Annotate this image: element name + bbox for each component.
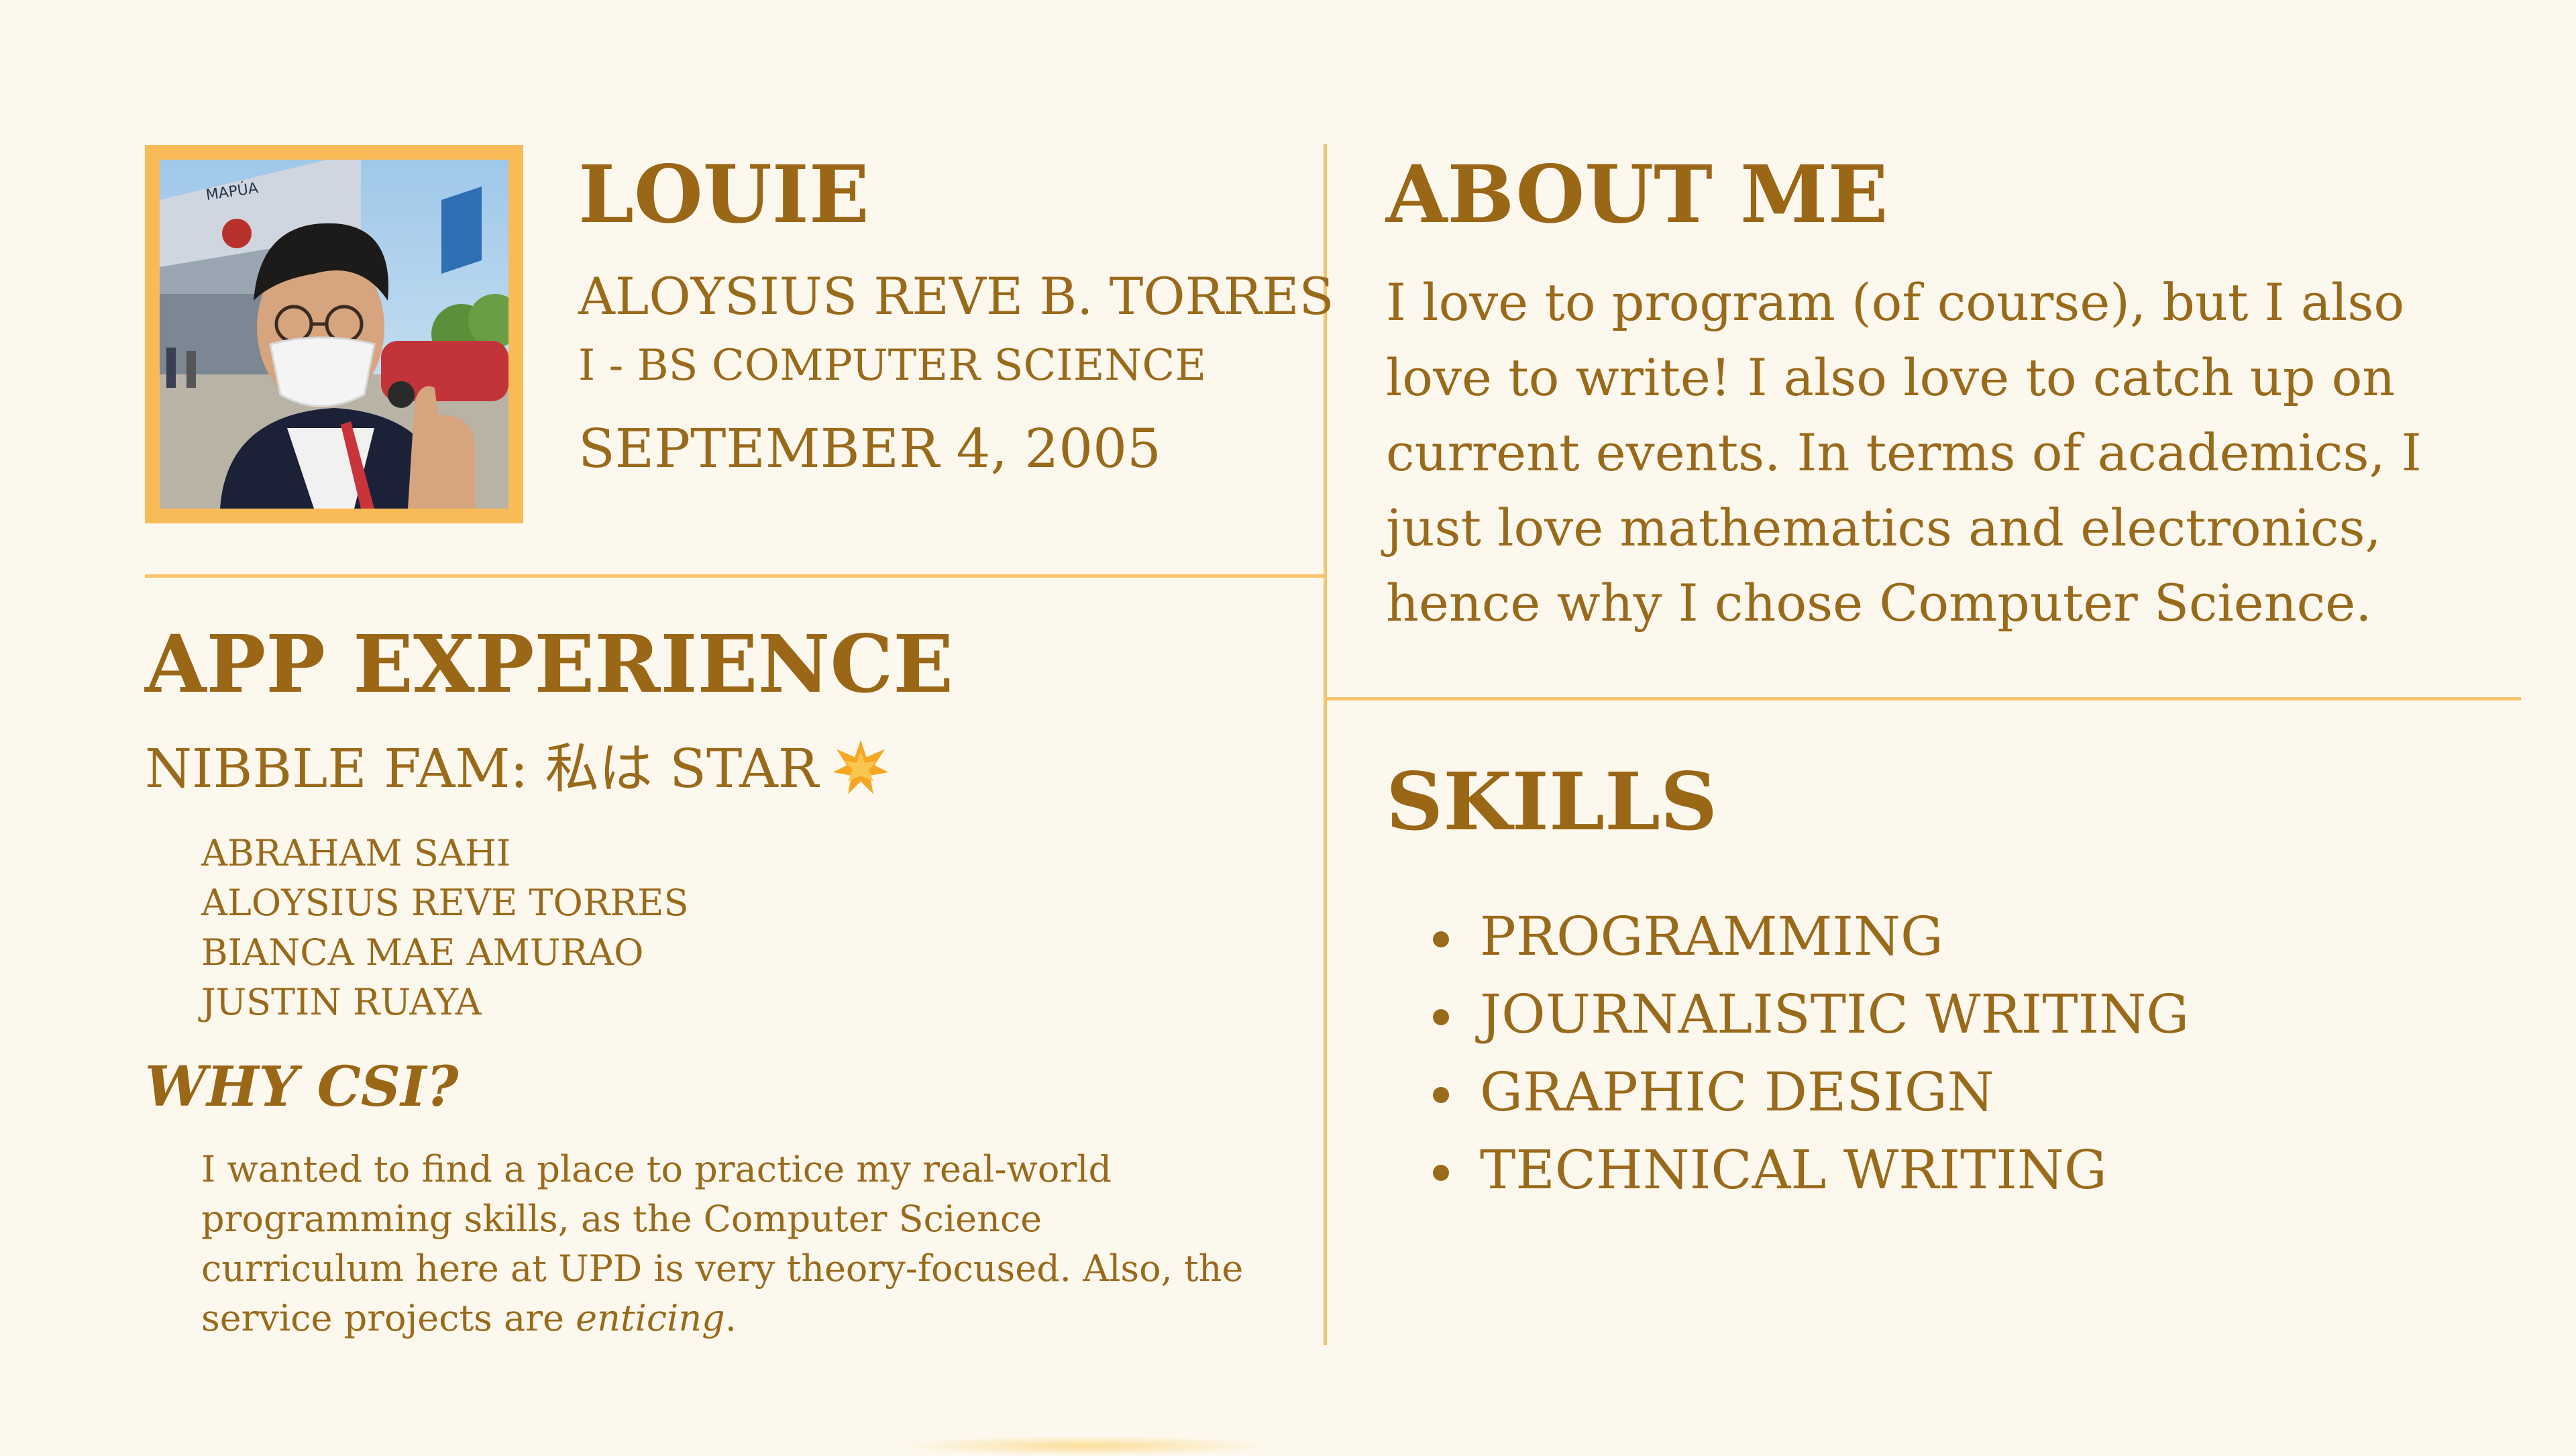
nickname: LOUIE <box>578 148 869 241</box>
bullet-icon <box>1433 1009 1449 1025</box>
about-text: I love to program (of course), but I als… <box>1386 272 2422 633</box>
skill-item: GRAPHIC DESIGN <box>1433 1053 2189 1131</box>
skill-label: GRAPHIC DESIGN <box>1480 1061 1994 1123</box>
skill-label: TECHNICAL WRITING <box>1480 1139 2107 1201</box>
skill-item: TECHNICAL WRITING <box>1433 1131 2189 1209</box>
skills-heading: SKILLS <box>1386 755 1718 848</box>
project-title: NIBBLE FAM: 私は STAR <box>145 738 890 800</box>
profile-photo: MAPÚA <box>160 160 508 509</box>
app-experience-heading: APP EXPERIENCE <box>145 617 954 711</box>
bullet-icon <box>1433 1087 1449 1103</box>
skill-item: PROGRAMMING <box>1433 898 2189 976</box>
right-horizontal-divider <box>1327 697 2521 700</box>
team-members-list: ABRAHAM SAHI ALOYSIUS REVE TORRES BIANCA… <box>201 829 688 1027</box>
profile-photo-frame: MAPÚA <box>145 145 523 523</box>
team-member: JUSTIN RUAYA <box>201 981 482 1023</box>
left-horizontal-divider <box>145 574 1326 578</box>
team-member: ALOYSIUS REVE TORRES <box>201 882 689 924</box>
skills-list: PROGRAMMING JOURNALISTIC WRITING GRAPHIC… <box>1433 898 2189 1209</box>
star-icon <box>832 739 890 796</box>
bullet-icon <box>1433 1165 1449 1181</box>
about-heading: ABOUT ME <box>1386 148 1888 241</box>
team-member: ABRAHAM SAHI <box>201 832 511 874</box>
team-member: BIANCA MAE AMURAO <box>201 931 644 974</box>
skill-item: JOURNALISTIC WRITING <box>1433 976 2189 1053</box>
why-csi-end: . <box>724 1297 737 1339</box>
bullet-icon <box>1433 931 1449 947</box>
full-name: ALOYSIUS REVE B. TORRES <box>578 266 1334 326</box>
why-csi-emphasis: enticing <box>576 1297 725 1339</box>
why-csi-heading: WHY CSI? <box>145 1055 459 1119</box>
why-csi-text: I wanted to find a place to practice my … <box>201 1145 1248 1343</box>
birthday: SEPTEMBER 4, 2005 <box>578 417 1161 480</box>
skill-label: JOURNALISTIC WRITING <box>1480 983 2190 1045</box>
project-name: NIBBLE FAM: 私は STAR <box>145 737 818 800</box>
skill-label: PROGRAMMING <box>1480 905 1943 968</box>
decorative-glow <box>899 1436 1275 1456</box>
degree-program: I - BS COMPUTER SCIENCE <box>578 341 1207 391</box>
